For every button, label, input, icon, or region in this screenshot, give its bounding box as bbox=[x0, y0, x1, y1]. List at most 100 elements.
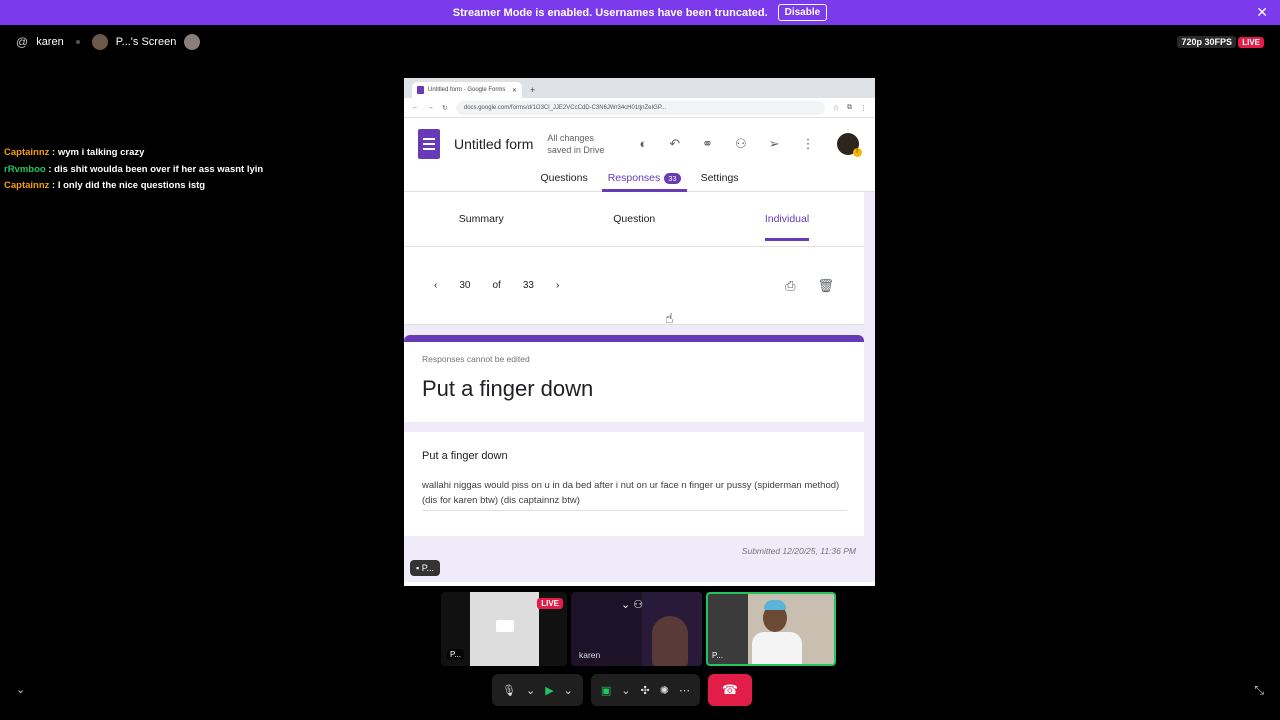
chat-text: : wym i talking crazy bbox=[52, 147, 145, 158]
tab-individual[interactable]: Individual bbox=[764, 213, 810, 241]
streamer-mode-banner: Streamer Mode is enabled. Usernames have… bbox=[0, 0, 1280, 25]
fullscreen-exit-icon[interactable]: ⤡ bbox=[1254, 683, 1264, 698]
menu-dots-icon[interactable]: ⋮ bbox=[860, 104, 867, 112]
profile-avatar[interactable]: ! bbox=[836, 133, 862, 157]
undo-icon[interactable]: ↶ bbox=[669, 136, 680, 152]
bookmark-star-icon[interactable]: ☆ bbox=[833, 104, 839, 112]
chat-message: rRvmboo : dis shit woulda been over if h… bbox=[4, 162, 263, 179]
form-tabs: Questions Responses 33 Settings bbox=[404, 170, 875, 192]
participant-video bbox=[652, 616, 688, 666]
more-icon[interactable]: ⋯ bbox=[679, 684, 690, 697]
chat-username: Captainnz bbox=[4, 147, 50, 158]
chevron-down-icon[interactable]: ⌄ bbox=[564, 684, 573, 697]
browser-tabstrip: Untitled form - Google Forms ✕ + bbox=[404, 78, 875, 98]
chevron-right-icon[interactable]: › bbox=[556, 280, 559, 291]
hang-up-button[interactable]: ☎ bbox=[707, 674, 752, 706]
tab-title: Untitled form - Google Forms bbox=[428, 87, 506, 93]
chevron-down-icon[interactable]: ⌄ bbox=[16, 683, 25, 696]
url-field[interactable]: docs.google.com/forms/d/1O3Cl_JJE2VCcCdD… bbox=[455, 100, 825, 115]
responses-count-badge: 33 bbox=[664, 173, 681, 184]
chevron-down-icon[interactable]: ⌄ ⚇ bbox=[621, 598, 643, 611]
responses-locked-note: Responses cannot be edited bbox=[422, 354, 530, 364]
call-header: @ karen P...'s Screen bbox=[16, 32, 201, 52]
link-icon[interactable]: ⚭ bbox=[702, 136, 713, 152]
forms-header: Untitled form All changes saved in Drive… bbox=[404, 118, 875, 170]
soundboard-icon[interactable]: ✺ bbox=[660, 684, 669, 697]
chevron-down-icon[interactable]: ⌄ bbox=[526, 684, 535, 697]
phone-hangup-icon: ☎ bbox=[721, 682, 739, 697]
back-icon[interactable]: ← bbox=[412, 104, 419, 111]
participant-tile-self[interactable]: P... bbox=[706, 592, 836, 666]
chat-message: Captainnz : I only did the nice question… bbox=[4, 178, 263, 195]
tab-settings[interactable]: Settings bbox=[701, 170, 739, 191]
participant-video bbox=[764, 600, 786, 610]
screen-share-icon[interactable]: ▣ bbox=[601, 684, 611, 697]
participant-tiles: LIVE P... ⌄ ⚇ karen P... bbox=[441, 592, 836, 666]
responses-nav-card: Summary Question Individual ‹ 30 of 33 ›… bbox=[404, 192, 864, 325]
banner-text: Streamer Mode is enabled. Usernames have… bbox=[452, 6, 768, 19]
warning-icon: ! bbox=[852, 148, 862, 157]
screen-share-tile[interactable]: LIVE P... bbox=[441, 592, 567, 666]
tile-label: P... bbox=[712, 651, 723, 660]
shared-screen: Untitled form - Google Forms ✕ + ← → ↻ d… bbox=[404, 78, 875, 586]
pager-of: of bbox=[492, 280, 501, 291]
camera-icon[interactable]: ▶ bbox=[545, 684, 553, 697]
tile-label: P... bbox=[447, 649, 464, 660]
tab-question[interactable]: Question bbox=[613, 213, 655, 225]
tab-summary[interactable]: Summary bbox=[459, 213, 504, 225]
current-response-input[interactable]: 30 bbox=[459, 280, 470, 291]
chat-username: rRvmboo bbox=[4, 163, 46, 175]
publish-icon[interactable]: ➢ bbox=[769, 136, 780, 152]
tab-responses-label: Responses bbox=[607, 172, 661, 184]
tab-questions[interactable]: Questions bbox=[540, 170, 587, 191]
screen-thumbnail bbox=[470, 592, 539, 666]
palette-icon[interactable]: ◐ bbox=[639, 136, 647, 152]
hand-cursor-icon: ☝ bbox=[665, 310, 674, 326]
question-card: Put a finger down wallahi niggas would p… bbox=[404, 432, 864, 536]
question-title: Put a finger down bbox=[422, 450, 508, 462]
close-tab-icon[interactable]: ✕ bbox=[512, 87, 517, 94]
reload-icon[interactable]: ↻ bbox=[442, 104, 448, 112]
screen-share-chip: ▪ P... bbox=[410, 560, 441, 576]
print-icon[interactable]: ⎙ bbox=[785, 278, 795, 294]
activity-controls: ▣ ⌄ ✣ ✺ ⋯ bbox=[590, 674, 700, 706]
form-toolbar: ◐ ↶ ⚭ ⚇ ➢ ⋮ bbox=[639, 136, 814, 152]
chat-text: : I only did the nice questions istg bbox=[52, 180, 206, 191]
form-heading: Put a finger down bbox=[422, 376, 594, 401]
media-controls: 🎙 ⌄ ▶ ⌄ bbox=[492, 674, 583, 706]
live-badge: LIVE bbox=[1238, 37, 1264, 48]
add-collaborator-icon[interactable]: ⚇ bbox=[735, 136, 747, 152]
google-forms-logo-icon[interactable] bbox=[418, 129, 440, 159]
answer-text: wallahi niggas would piss on u in da bed… bbox=[422, 478, 847, 511]
channel-user[interactable]: karen bbox=[36, 36, 64, 48]
chevron-left-icon[interactable]: ‹ bbox=[434, 280, 437, 291]
forms-favicon-icon bbox=[417, 86, 424, 94]
screen-share-label: P...'s Screen bbox=[115, 36, 177, 48]
chat-username: Captainnz bbox=[4, 180, 50, 191]
tab-responses[interactable]: Responses 33 bbox=[601, 170, 687, 192]
delete-icon[interactable]: 🗑 bbox=[817, 278, 834, 294]
extensions-icon[interactable]: ⧉ bbox=[847, 104, 852, 112]
chevron-down-icon[interactable]: ⌄ bbox=[621, 684, 630, 697]
separator-dot bbox=[75, 40, 80, 44]
close-icon[interactable]: ✕ bbox=[1256, 4, 1268, 21]
avatar bbox=[91, 34, 108, 50]
disable-button[interactable]: Disable bbox=[777, 4, 828, 21]
tile-label: karen bbox=[579, 650, 601, 660]
form-title[interactable]: Untitled form bbox=[454, 136, 533, 152]
browser-tab[interactable]: Untitled form - Google Forms ✕ bbox=[412, 82, 522, 98]
microphone-icon[interactable]: 🎙 bbox=[502, 684, 516, 697]
more-options-icon[interactable]: ⋮ bbox=[802, 136, 815, 152]
forward-icon[interactable]: → bbox=[427, 104, 434, 111]
call-controls: 🎙 ⌄ ▶ ⌄ ▣ ⌄ ✣ ✺ ⋯ ☎ bbox=[492, 674, 752, 706]
save-status: All changes saved in Drive bbox=[547, 133, 605, 155]
participant-video bbox=[752, 632, 802, 664]
responses-content: Summary Question Individual ‹ 30 of 33 ›… bbox=[404, 192, 875, 582]
chat-overlay: Captainnz : wym i talking crazy rRvmboo … bbox=[4, 145, 263, 195]
participant-tile-karen[interactable]: ⌄ ⚇ karen bbox=[571, 592, 702, 666]
response-view-tabs: Summary Question Individual bbox=[404, 192, 864, 247]
response-pager: ‹ 30 of 33 › ⎙ 🗑 bbox=[404, 247, 864, 325]
activities-icon[interactable]: ✣ bbox=[641, 684, 650, 697]
share-chip-label: P... bbox=[421, 563, 435, 573]
new-tab-icon[interactable]: + bbox=[530, 85, 535, 95]
